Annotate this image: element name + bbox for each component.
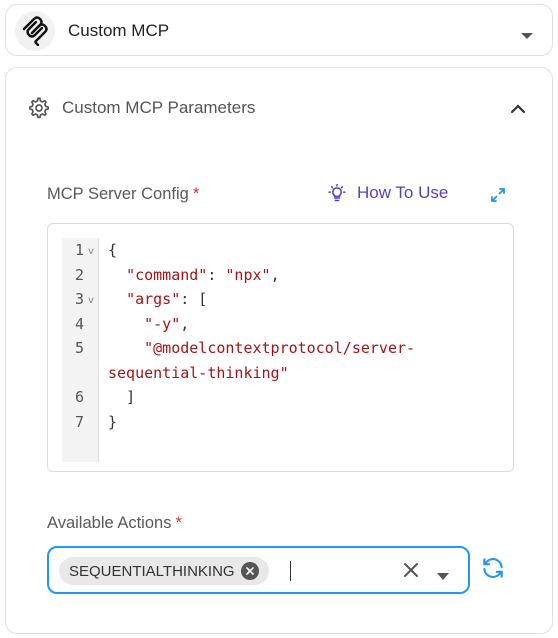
fold-icon[interactable]: v (88, 289, 94, 314)
refresh-icon[interactable] (480, 555, 506, 586)
gear-icon (28, 97, 50, 124)
code-line-wrapped: sequential-thinking" (62, 361, 502, 386)
json-string: "npx" (225, 265, 271, 284)
remove-chip-icon[interactable] (240, 562, 259, 580)
code-content[interactable]: 1 v { 2 "command": "npx", 3 v "args": [ … (62, 238, 502, 434)
code-text: sequential-thinking" (108, 361, 289, 386)
json-string: sequential-thinking" (108, 363, 289, 382)
code-editor[interactable]: 1 v { 2 "command": "npx", 3 v "args": [ … (47, 223, 514, 472)
code-text: "args": [ (108, 287, 207, 312)
json-key: "args" (126, 290, 181, 308)
code-text: ] (108, 385, 135, 410)
available-actions-label-text: Available Actions (47, 514, 172, 532)
json-separator: : [ (180, 290, 208, 308)
action-chip: SEQUENTIALTHINKING (59, 557, 269, 585)
line-number: 3 (74, 290, 84, 308)
how-to-use-label: How To Use (357, 183, 449, 202)
code-text: } (108, 412, 118, 431)
line-number: 6 (74, 388, 84, 406)
line-number: 1 (74, 241, 84, 259)
line-number: 5 (74, 339, 84, 357)
json-punct: , (270, 265, 280, 284)
code-line: 4 "-y", (62, 312, 502, 337)
mcp-parameters-panel: Custom MCP Parameters MCP Server Config *… (5, 67, 553, 634)
json-punct: ] (126, 388, 136, 406)
available-actions-label: Available Actions * (47, 514, 182, 533)
chevron-down-icon[interactable] (520, 27, 534, 45)
clear-icon[interactable] (403, 562, 419, 583)
code-text: "command": "npx", (108, 263, 280, 288)
line-number: 2 (74, 265, 84, 284)
panel-header[interactable]: Custom MCP Parameters (6, 68, 552, 148)
fold-icon[interactable]: v (88, 240, 94, 265)
json-string: "-y" (144, 314, 181, 333)
code-line: 1 v { (62, 238, 502, 263)
json-punct: , (180, 314, 190, 333)
line-number: 4 (74, 314, 84, 333)
json-separator: : (207, 265, 226, 284)
required-marker: * (175, 514, 182, 532)
dropdown-arrow-icon[interactable] (437, 567, 449, 585)
server-config-label-text: MCP Server Config (47, 185, 189, 203)
mcp-type-title: Custom MCP (68, 21, 170, 40)
text-cursor (290, 561, 291, 581)
available-actions-select[interactable]: SEQUENTIALTHINKING (47, 546, 470, 594)
json-key: "command" (126, 265, 208, 284)
mcp-type-selector[interactable]: Custom MCP (5, 4, 553, 56)
lightbulb-icon (328, 183, 346, 202)
mcp-logo-icon (15, 11, 55, 51)
server-config-label: MCP Server Config * (47, 185, 199, 204)
how-to-use-link[interactable]: How To Use (327, 183, 448, 203)
code-text: "@modelcontextprotocol/server- (108, 336, 415, 361)
line-number: 7 (74, 412, 84, 431)
action-chip-label: SEQUENTIALTHINKING (69, 562, 235, 580)
required-marker: * (192, 185, 200, 203)
json-string: "@modelcontextprotocol/server- (144, 339, 416, 357)
code-text: "-y", (108, 312, 189, 337)
code-line: 7 } (62, 410, 502, 435)
code-line: 5 "@modelcontextprotocol/server- (62, 336, 502, 361)
chevron-up-icon[interactable] (510, 101, 526, 119)
panel-title: Custom MCP Parameters (62, 98, 256, 117)
code-line: 3 v "args": [ (62, 287, 502, 312)
code-text: { (108, 241, 118, 259)
code-line: 6 ] (62, 385, 502, 410)
expand-icon[interactable] (490, 187, 506, 208)
code-line: 2 "command": "npx", (62, 263, 502, 288)
